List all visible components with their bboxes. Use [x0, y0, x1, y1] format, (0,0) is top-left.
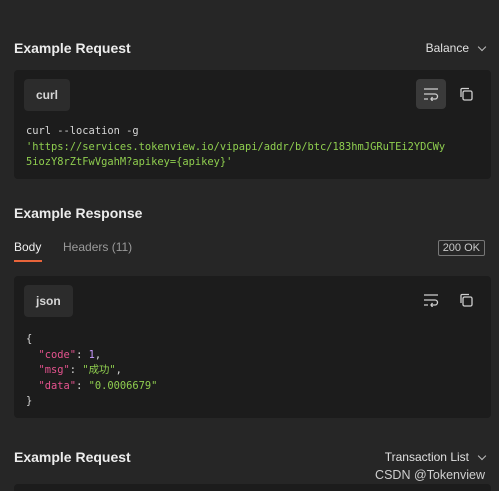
request-header: Example Request Balance	[14, 38, 487, 58]
chevron-down-icon	[477, 451, 487, 460]
brace: {	[26, 333, 33, 345]
copy-icon	[460, 293, 473, 307]
json-key: "code"	[38, 348, 77, 361]
copy-icon	[460, 87, 473, 101]
response-code-panel: json { "code": 1, "msg": "成功", "data": "…	[14, 276, 491, 418]
json-value: 1	[88, 348, 95, 361]
language-label: curl	[24, 79, 71, 111]
request2-header: Example Request Transaction List	[14, 447, 487, 467]
section-title: Example Response	[14, 205, 143, 221]
copy-button[interactable]	[451, 285, 481, 315]
section-title: Example Request	[14, 449, 131, 465]
section-title: Example Request	[14, 40, 131, 56]
request-code-panel: curl curl --location -g 'https://service…	[14, 70, 491, 179]
wrap-lines-button[interactable]	[416, 79, 446, 109]
chevron-down-icon	[477, 42, 487, 51]
request2-code-panel	[14, 484, 491, 491]
tab-body[interactable]: Body	[14, 240, 41, 254]
tab-headers[interactable]: Headers (11)	[63, 240, 132, 254]
brace: }	[26, 395, 33, 407]
example-dropdown[interactable]: Transaction List	[384, 450, 487, 464]
json-value: "成功"	[82, 364, 116, 376]
response-header: Example Response	[14, 203, 485, 223]
response-code: { "code": 1, "msg": "成功", "data": "0.000…	[26, 333, 158, 407]
code-line: 5iozY8rZtFwVgahM?apikey={apikey}'	[26, 156, 233, 168]
json-key: "data"	[38, 379, 77, 392]
watermark: CSDN @Tokenview	[375, 468, 485, 482]
json-value: "0.0006679"	[88, 379, 158, 392]
wrap-lines-button[interactable]	[416, 285, 446, 315]
copy-button[interactable]	[451, 79, 481, 109]
response-tabs: Body Headers (11) 200 OK	[14, 236, 485, 264]
language-label: json	[24, 285, 73, 317]
code-line: curl --location -g	[26, 125, 139, 137]
wrap-lines-icon	[424, 294, 439, 307]
request-code: curl --location -g 'https://services.tok…	[26, 124, 445, 171]
json-key: "msg"	[38, 364, 70, 376]
example-dropdown[interactable]: Balance	[425, 41, 487, 55]
active-tab-indicator	[14, 260, 42, 262]
dropdown-label: Balance	[425, 41, 469, 55]
wrap-lines-icon	[424, 88, 439, 101]
code-line: 'https://services.tokenview.io/vipapi/ad…	[26, 140, 446, 153]
dropdown-label: Transaction List	[384, 450, 469, 464]
status-badge: 200 OK	[437, 240, 485, 256]
